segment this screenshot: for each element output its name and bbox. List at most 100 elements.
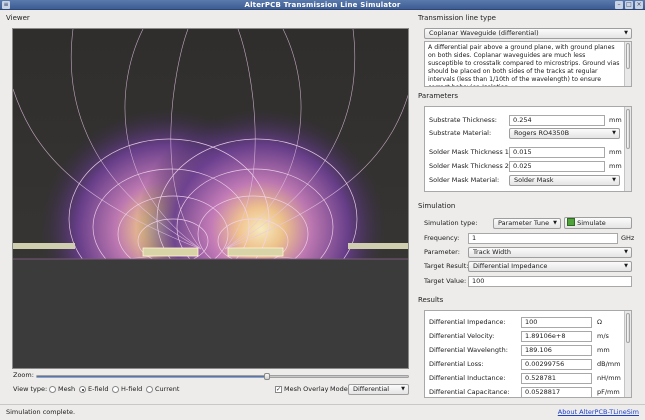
chevron-down-icon: ▼ (401, 386, 405, 392)
view-type-radio-mesh[interactable] (49, 386, 56, 393)
param-select[interactable]: Solder Mask ▼ (509, 175, 620, 186)
maximize-icon[interactable]: □ (625, 1, 633, 9)
field-plot (13, 29, 408, 368)
chevron-down-icon: ▼ (624, 30, 628, 36)
chevron-down-icon: ▼ (624, 263, 628, 269)
status-separator (0, 404, 645, 405)
param-unit: mm (609, 116, 622, 124)
view-type-label: View type: (13, 385, 48, 393)
param-label: Solder Mask Thickness 1: (429, 148, 512, 156)
param-label: Substrate Material: (429, 129, 492, 137)
view-type-radio-current[interactable] (146, 386, 153, 393)
status-text: Simulation complete. (6, 408, 76, 416)
zoom-fill (37, 376, 268, 377)
viewer-label: Viewer (6, 14, 30, 22)
scroll-thumb[interactable] (626, 109, 630, 149)
zoom-label: Zoom: (13, 371, 34, 379)
mode-select[interactable]: Differential ▼ (348, 384, 409, 395)
chevron-down-icon: ▼ (624, 249, 628, 255)
frequency-unit: GHz (621, 234, 635, 242)
results-scrollbar[interactable] (624, 311, 631, 397)
about-link[interactable]: About AlterPCB-TLineSim (558, 408, 639, 417)
result-value[interactable]: 0.0528817 (521, 387, 592, 397)
frequency-label: Frequency: (424, 234, 460, 242)
result-unit: Ω (597, 318, 602, 326)
result-value[interactable]: 189.106 (521, 345, 592, 356)
parameters-label: Parameters (418, 92, 459, 100)
param-label: Substrate Thickness: (429, 116, 497, 124)
param-value: Rogers RO4350B (514, 129, 570, 137)
tline-type-select[interactable]: Coplanar Waveguide (differential) ▼ (424, 28, 632, 39)
window-title: AlterPCB Transmission Line Simulator (244, 1, 401, 9)
param-input[interactable]: 0.254 (509, 115, 605, 126)
description-scrollbar[interactable] (624, 42, 631, 86)
simulation-label: Simulation (418, 202, 456, 210)
param-select[interactable]: Rogers RO4350B ▼ (509, 128, 620, 139)
result-value[interactable]: 0.528781 (521, 373, 592, 384)
simulate-button[interactable]: Simulate (564, 217, 632, 229)
result-unit: pF/mm (597, 388, 620, 396)
param-input[interactable]: 0.015 (509, 147, 605, 158)
simulation-type-select[interactable]: Parameter Tune ▼ (493, 218, 561, 229)
result-label: Differential Capacitance: (429, 388, 510, 396)
title-bar: AlterPCB Transmission Line Simulator ≡ –… (0, 0, 645, 10)
result-label: Differential Loss: (429, 360, 484, 368)
parameters-panel: Substrate Thickness: mm 0.254 Substrate Mat… (424, 106, 632, 192)
scroll-thumb[interactable] (626, 43, 630, 69)
parameters-scrollbar[interactable] (624, 107, 631, 191)
simulate-icon (567, 218, 575, 226)
target-value-label: Target Value: (424, 277, 467, 285)
track-right (227, 247, 284, 257)
minimize-icon[interactable]: – (615, 1, 623, 9)
results-label: Results (418, 296, 444, 304)
simulation-type-label: Simulation type: (424, 219, 478, 227)
view-type-radio-e-field[interactable] (79, 386, 86, 393)
tline-description: A differential pair above a ground plane… (424, 41, 632, 87)
result-value[interactable]: 1.89106e+8 (521, 331, 592, 342)
ground-right (348, 243, 408, 249)
mesh-overlay-label: Mesh Overlay (284, 385, 329, 393)
zoom-slider[interactable] (36, 373, 409, 380)
param-label: Solder Mask Thickness 2: (429, 162, 512, 170)
mesh-overlay-checkbox[interactable]: ✓ (275, 386, 282, 393)
window-menu-icon[interactable]: ≡ (2, 1, 10, 9)
close-icon[interactable]: × (635, 1, 643, 9)
result-unit: mm (597, 346, 610, 354)
result-value[interactable]: 0.00299756 (521, 359, 592, 370)
parameter-select[interactable]: Track Width ▼ (468, 247, 632, 258)
scroll-thumb[interactable] (626, 313, 630, 343)
mode-label: Mode: (330, 385, 350, 393)
chevron-down-icon: ▼ (612, 177, 616, 183)
substrate (13, 259, 408, 368)
view-type-radio-h-field[interactable] (112, 386, 119, 393)
param-label: Solder Mask Material: (429, 176, 500, 184)
param-unit: mm (609, 162, 622, 170)
field-viewer[interactable] (12, 28, 409, 369)
frequency-input[interactable]: 1 (468, 233, 618, 244)
track-left (142, 247, 199, 257)
result-value[interactable]: 100 (521, 317, 592, 328)
result-label: Differential Impedance: (429, 318, 506, 326)
result-label: Differential Wavelength: (429, 346, 508, 354)
view-type-label-current: Current (155, 385, 180, 393)
results-panel: Differential Impedance: 100 Ω Differential … (424, 310, 632, 398)
view-type-label-e-field: E-field (88, 385, 109, 393)
param-unit: mm (609, 148, 622, 156)
parameter-label: Parameter: (424, 248, 460, 256)
view-type-label-h-field: H-field (121, 385, 143, 393)
param-input[interactable]: 0.025 (509, 161, 605, 172)
result-label: Differential Inductance: (429, 374, 506, 382)
zoom-handle[interactable] (264, 373, 271, 380)
param-value: Solder Mask (514, 176, 554, 184)
result-unit: nH/mm (597, 374, 621, 382)
chevron-down-icon: ▼ (612, 130, 616, 136)
target-value-input[interactable]: 100 (468, 276, 632, 287)
target-result-select[interactable]: Differential Impedance ▼ (468, 261, 632, 272)
target-result-label: Target Result: (424, 262, 469, 270)
view-type-label-mesh: Mesh (58, 385, 76, 393)
chevron-down-icon: ▼ (553, 220, 557, 226)
result-unit: dB/mm (597, 360, 621, 368)
result-label: Differential Velocity: (429, 332, 495, 340)
result-unit: m/s (597, 332, 609, 340)
tline-type-label: Transmission line type (418, 14, 496, 22)
